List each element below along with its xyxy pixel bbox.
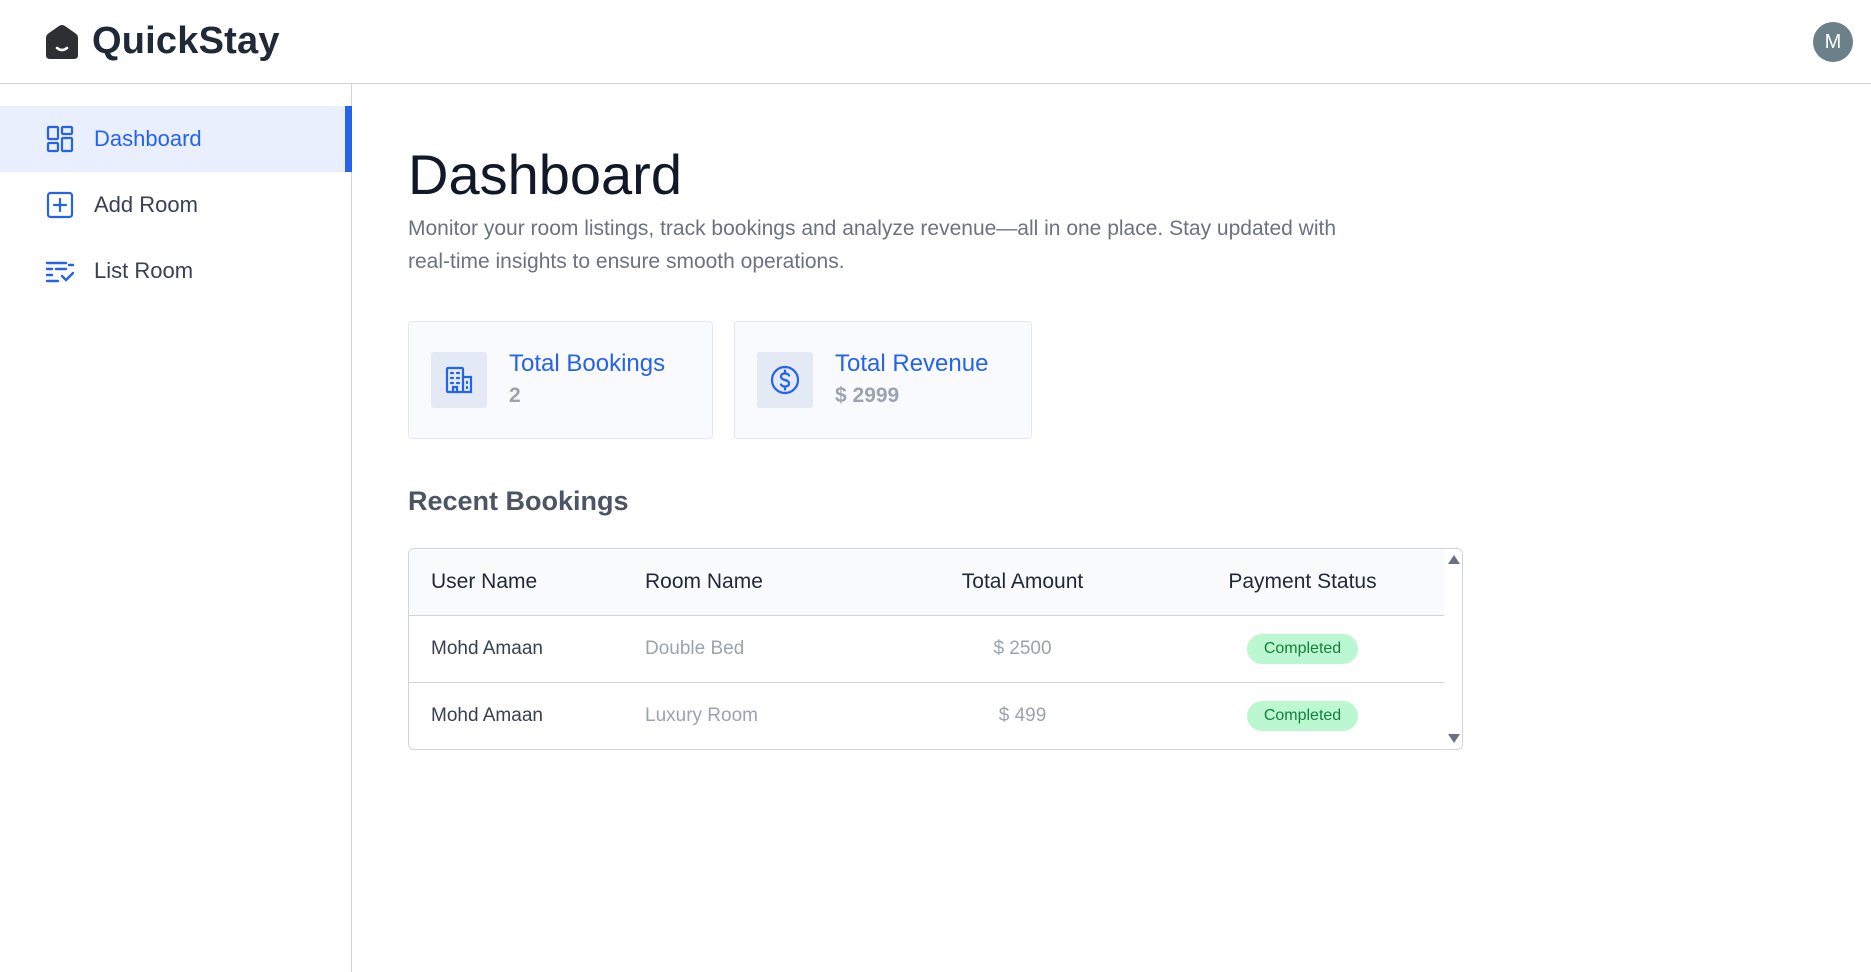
cell-payment-status: Completed bbox=[1160, 682, 1445, 749]
total-revenue-label: Total Revenue bbox=[835, 350, 989, 377]
table-scrollbar[interactable] bbox=[1444, 549, 1462, 749]
recent-bookings-table: User Name Room Name Total Amount Payment… bbox=[408, 548, 1463, 750]
cell-user-name: Mohd Amaan bbox=[431, 704, 543, 726]
brand[interactable]: QuickStay bbox=[42, 20, 280, 63]
sidebar-item-dashboard[interactable]: Dashboard bbox=[0, 106, 352, 172]
cell-total-amount: $ 2500 bbox=[885, 615, 1160, 683]
cell-user-name: Mohd Amaan bbox=[409, 615, 645, 683]
cell-room-name: Double Bed bbox=[645, 615, 885, 683]
table-row: Mohd Amaan Luxury Room $ 499 Completed bbox=[409, 682, 1445, 749]
column-header-user-name: User Name bbox=[409, 549, 645, 616]
sidebar-item-list-room[interactable]: List Room bbox=[0, 238, 351, 304]
status-badge: Completed bbox=[1246, 700, 1359, 731]
cell-room-name: Luxury Room bbox=[645, 704, 758, 726]
sidebar-item-label: List Room bbox=[94, 258, 194, 283]
list-check-icon bbox=[45, 261, 75, 283]
brand-name: QuickStay bbox=[92, 20, 280, 62]
column-header-total-amount: Total Amount bbox=[885, 549, 1160, 616]
total-bookings-label: Total Bookings bbox=[509, 350, 666, 377]
recent-bookings-title: Recent Bookings bbox=[408, 486, 629, 516]
user-avatar[interactable]: M bbox=[1813, 22, 1853, 62]
sidebar-item-add-room[interactable]: Add Room bbox=[0, 172, 351, 238]
column-header-room-name: Room Name bbox=[645, 549, 885, 616]
total-bookings-card: Total Bookings 2 bbox=[408, 321, 713, 439]
total-bookings-value: 2 bbox=[509, 384, 521, 407]
scroll-down-arrow-icon[interactable] bbox=[1448, 734, 1460, 743]
building-icon bbox=[431, 352, 487, 408]
dashboard-icon bbox=[46, 125, 74, 153]
table-row: Mohd Amaan Double Bed $ 2500 Completed bbox=[409, 615, 1445, 683]
column-header-payment-status: Payment Status bbox=[1160, 549, 1445, 616]
table-header-row: User Name Room Name Total Amount Payment… bbox=[409, 549, 1445, 616]
status-badge: Completed bbox=[1246, 633, 1359, 664]
cell-total-amount: $ 499 bbox=[998, 704, 1047, 726]
dollar-circle-icon bbox=[757, 352, 813, 408]
cell-payment-status: Completed bbox=[1160, 615, 1445, 683]
add-square-icon bbox=[46, 191, 74, 219]
sidebar: Dashboard Add Room List Room bbox=[0, 84, 352, 972]
total-revenue-card: Total Revenue $ 2999 bbox=[734, 321, 1032, 439]
total-revenue-value: $ 2999 bbox=[835, 384, 900, 407]
top-bar: QuickStay M bbox=[0, 0, 1871, 84]
house-logo-icon bbox=[46, 24, 78, 59]
sidebar-item-label: Add Room bbox=[94, 192, 198, 217]
page-description: Monitor your room listings, track bookin… bbox=[408, 217, 1337, 273]
sidebar-item-label: Dashboard bbox=[94, 126, 202, 151]
scroll-up-arrow-icon[interactable] bbox=[1448, 555, 1460, 564]
page-title: Dashboard bbox=[408, 143, 682, 206]
